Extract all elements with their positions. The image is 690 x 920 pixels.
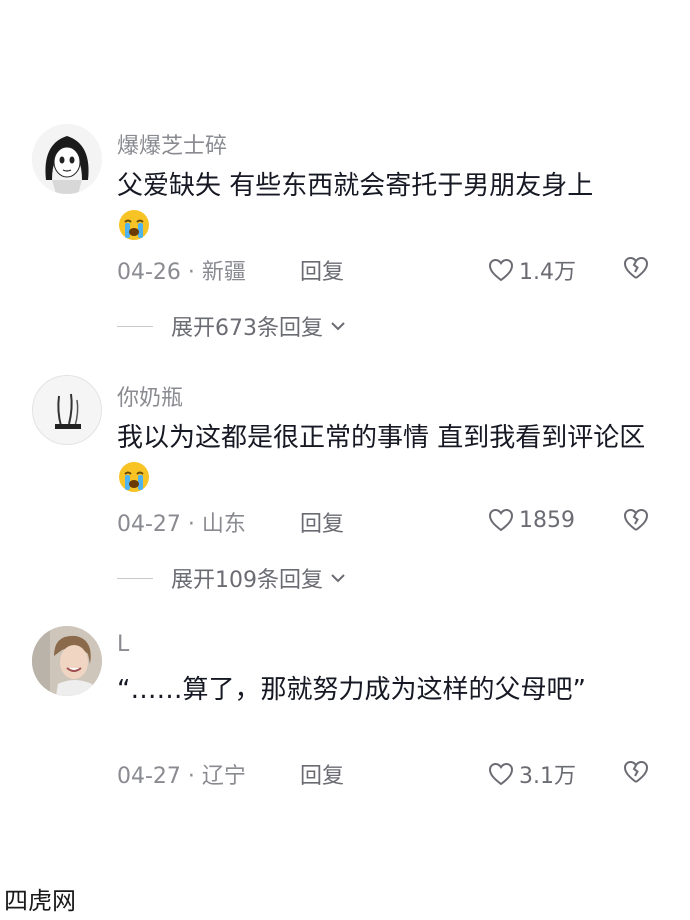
dislike-button[interactable]	[622, 254, 650, 282]
broken-heart-icon	[623, 760, 649, 783]
comment-text: 父爱缺失 有些东西就会寄托于男朋友身上	[117, 166, 657, 246]
comment-text-body: 父爱缺失 有些东西就会寄托于男朋友身上	[117, 171, 594, 201]
comment-text: “……算了，那就努力成为这样的父母吧”	[117, 670, 617, 710]
chevron-down-icon	[331, 574, 345, 583]
comment-text: 我以为这都是很正常的事情 直到我看到评论区	[117, 418, 657, 498]
comment-meta: 04-27 · 山东 回复 1859	[117, 506, 650, 540]
chevron-down-icon	[331, 322, 345, 331]
sketch-figure-avatar-icon	[33, 376, 101, 444]
expand-replies-label: 展开673条回复	[171, 316, 323, 341]
like-count: 1859	[519, 507, 575, 533]
like-button[interactable]: 1.4万	[487, 254, 576, 286]
avatar[interactable]	[32, 124, 102, 194]
like-button[interactable]: 3.1万	[487, 758, 576, 790]
comment-text-body: “……算了，那就努力成为这样的父母吧”	[117, 675, 586, 705]
dislike-button[interactable]	[622, 506, 650, 534]
anime-girl-avatar-icon	[32, 124, 102, 194]
reply-button[interactable]: 回复	[300, 506, 344, 538]
comment-text-body: 我以为这都是很正常的事情 直到我看到评论区	[117, 423, 646, 453]
username[interactable]: 爆爆芝士碎	[117, 128, 227, 160]
expand-replies-button[interactable]: 展开109条回复	[117, 563, 347, 593]
expand-replies-label: 展开109条回复	[171, 568, 323, 593]
broken-heart-icon	[623, 256, 649, 279]
username[interactable]: L	[117, 632, 129, 657]
date-location: 04-27 · 山东	[117, 512, 246, 537]
heart-icon	[488, 508, 514, 532]
comment-meta: 04-26 · 新疆 回复 1.4万	[117, 254, 650, 288]
like-button[interactable]: 1859	[487, 506, 575, 534]
date-location: 04-26 · 新疆	[117, 260, 246, 285]
dislike-button[interactable]	[622, 758, 650, 786]
person-photo-avatar-icon	[32, 626, 102, 696]
reply-button[interactable]: 回复	[300, 254, 344, 286]
divider-line	[117, 577, 153, 579]
like-count: 3.1万	[519, 764, 576, 789]
heart-icon	[488, 762, 514, 786]
loudly-crying-face-icon	[117, 460, 151, 494]
loudly-crying-face-icon	[117, 208, 151, 242]
reply-button[interactable]: 回复	[300, 758, 344, 790]
broken-heart-icon	[623, 508, 649, 531]
avatar[interactable]	[32, 375, 102, 445]
username[interactable]: 你奶瓶	[117, 380, 183, 412]
expand-replies-button[interactable]: 展开673条回复	[117, 311, 347, 341]
date-location: 04-27 · 辽宁	[117, 764, 246, 789]
site-watermark: 四虎网	[4, 887, 76, 915]
comment-meta: 04-27 · 辽宁 回复 3.1万	[117, 758, 650, 792]
like-count: 1.4万	[519, 260, 576, 285]
avatar[interactable]	[32, 626, 102, 696]
divider-line	[117, 325, 153, 327]
heart-icon	[488, 258, 514, 282]
